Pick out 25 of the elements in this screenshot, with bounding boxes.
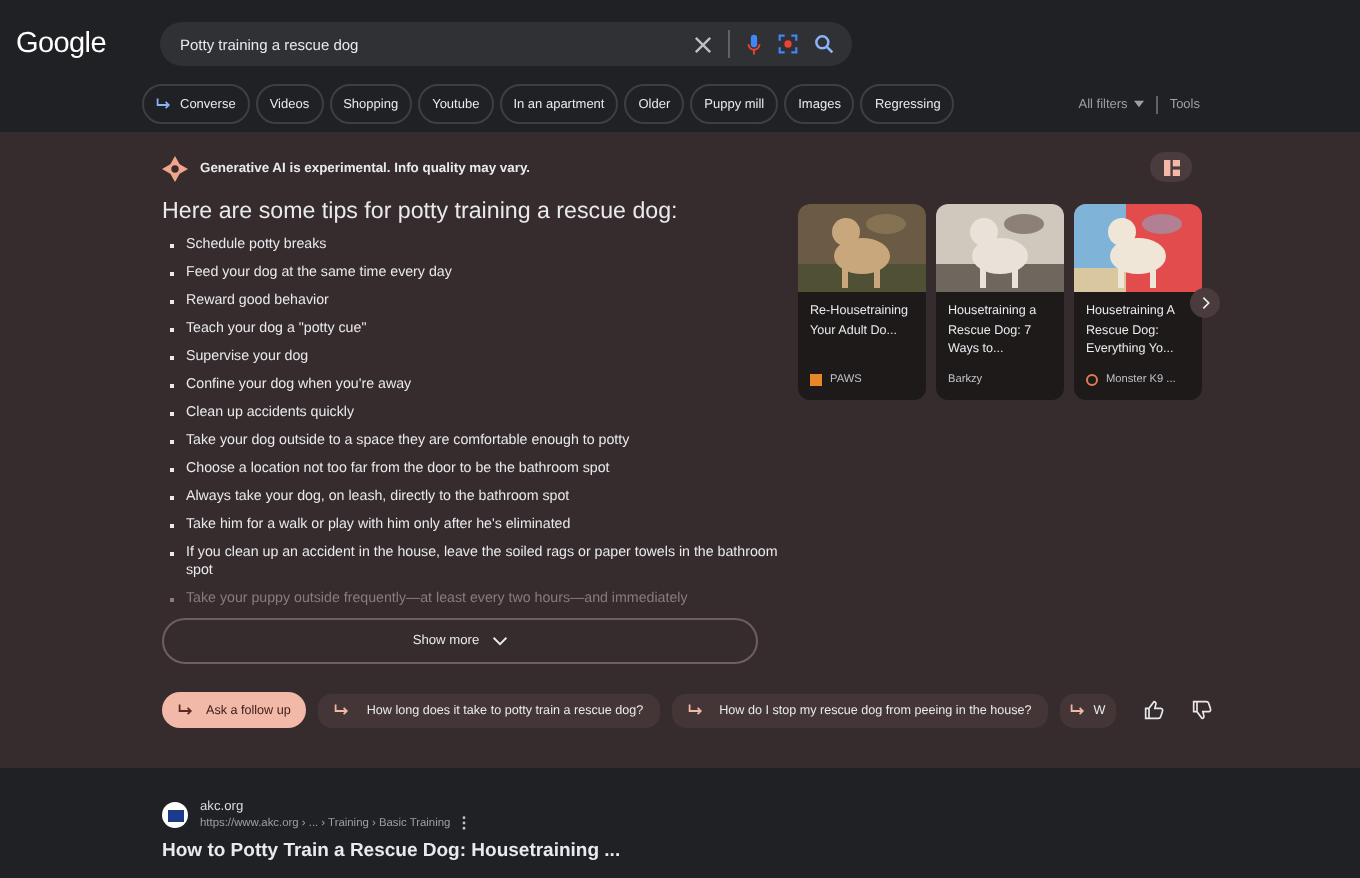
result-title-link[interactable]: How to Potty Train a Rescue Dog: Housetraining ... xyxy=(162,840,621,862)
thumbs-up-icon[interactable] xyxy=(1143,700,1164,720)
search-icon[interactable] xyxy=(814,34,834,54)
reply-arrow-icon xyxy=(156,97,172,111)
chevron-down-icon xyxy=(491,636,508,646)
layout-icon xyxy=(1163,159,1179,175)
microphone-icon[interactable] xyxy=(746,33,762,55)
reply-arrow-icon xyxy=(687,703,704,717)
more-options-icon[interactable] xyxy=(462,816,467,830)
layout-toggle-button[interactable] xyxy=(1150,152,1192,182)
chevron-right-icon xyxy=(1201,296,1209,310)
overview-heading: Here are some tips for potty training a rescue dog: xyxy=(162,198,680,224)
site-favicon xyxy=(162,802,188,828)
google-logo[interactable]: Google xyxy=(0,28,160,60)
reply-arrow-icon xyxy=(1069,703,1086,717)
reply-arrow-icon xyxy=(334,703,351,717)
caret-icon xyxy=(1133,100,1144,108)
sparkle-icon xyxy=(162,156,188,182)
reply-arrow-icon xyxy=(178,703,194,717)
close-icon[interactable] xyxy=(694,35,712,53)
site-logo-icon xyxy=(810,374,822,386)
thumbs-down-icon[interactable] xyxy=(1191,700,1212,720)
site-logo-icon xyxy=(1086,374,1098,386)
next-arrow-button[interactable] xyxy=(1190,288,1220,318)
camera-lens-icon[interactable] xyxy=(778,34,798,54)
